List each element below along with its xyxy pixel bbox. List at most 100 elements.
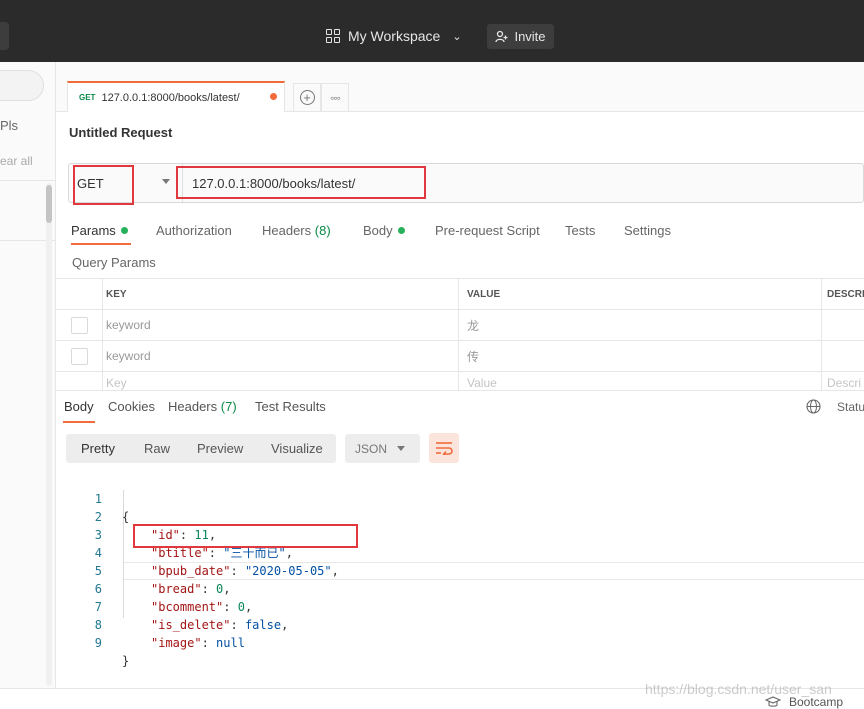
add-user-icon bbox=[495, 30, 508, 43]
table-header-row: KEY VALUE DESCRI bbox=[56, 279, 864, 310]
tab-method-badge: GET bbox=[79, 93, 96, 102]
params-table: KEY VALUE DESCRI keyword 龙 keyword 传 Key… bbox=[56, 278, 864, 390]
request-tab-strip: GET 127.0.0.1:8000/books/latest/ + ◦◦◦ bbox=[56, 62, 864, 112]
row-check-cell bbox=[56, 310, 102, 340]
tab-pre-request-script[interactable]: Pre-request Script bbox=[435, 223, 540, 238]
new-description-input[interactable]: Descri bbox=[821, 372, 864, 390]
sidebar: Pls ear all bbox=[0, 62, 56, 689]
code-line: 1 { bbox=[56, 472, 864, 524]
table-row: keyword 龙 bbox=[56, 310, 864, 341]
invite-label: Invite bbox=[514, 29, 546, 44]
url-input[interactable] bbox=[183, 164, 863, 202]
header-check-cell bbox=[56, 279, 102, 309]
more-icon: ◦◦◦ bbox=[330, 90, 341, 105]
wrap-lines-icon bbox=[436, 442, 453, 455]
code-text: "image": null bbox=[151, 636, 245, 650]
status-label: Status bbox=[837, 400, 864, 414]
method-select[interactable]: GET bbox=[72, 164, 182, 202]
format-raw-button[interactable]: Raw bbox=[144, 434, 170, 463]
param-description[interactable] bbox=[821, 310, 864, 340]
caret-down-icon bbox=[397, 446, 405, 451]
param-value[interactable]: 龙 bbox=[458, 310, 821, 340]
code-line: 7 "is_delete": false, bbox=[56, 580, 864, 632]
tab-tests[interactable]: Tests bbox=[565, 223, 595, 238]
language-select[interactable]: JSON bbox=[345, 434, 420, 463]
new-value-input[interactable]: Value bbox=[458, 372, 821, 390]
caret-down-icon bbox=[162, 179, 170, 184]
wrap-lines-button[interactable] bbox=[429, 433, 459, 463]
row-check-cell bbox=[56, 341, 102, 371]
param-description[interactable] bbox=[821, 341, 864, 371]
sidebar-search-input[interactable] bbox=[0, 70, 44, 101]
tab-authorization[interactable]: Authorization bbox=[156, 223, 232, 238]
tab-headers[interactable]: Headers (8) bbox=[262, 223, 331, 238]
param-value[interactable]: 传 bbox=[458, 341, 821, 371]
workspace-switcher[interactable]: My Workspace ⌄ bbox=[326, 24, 462, 48]
new-tab-button[interactable]: + bbox=[293, 83, 321, 112]
response-tabs: Body Cookies Headers (7) Test Results bbox=[56, 398, 864, 423]
table-row: keyword 传 bbox=[56, 341, 864, 372]
response-tab-headers[interactable]: Headers (7) bbox=[168, 399, 237, 414]
plus-icon: + bbox=[299, 90, 315, 105]
sidebar-scrollbar[interactable] bbox=[46, 183, 52, 686]
code-line: 3 "btitle": "三十而已", bbox=[56, 508, 864, 560]
graduation-cap-icon bbox=[765, 696, 781, 707]
tab-settings[interactable]: Settings bbox=[624, 223, 671, 238]
home-button-stub[interactable] bbox=[0, 22, 9, 50]
tab-label: Pre-request Script bbox=[435, 223, 540, 238]
response-divider[interactable] bbox=[56, 390, 864, 391]
response-tab-body[interactable]: Body bbox=[64, 399, 94, 414]
scrollbar-thumb[interactable] bbox=[46, 185, 52, 223]
row-checkbox[interactable] bbox=[70, 316, 88, 334]
invite-button[interactable]: Invite bbox=[487, 24, 554, 49]
code-line: 4 "bpub_date": "2020-05-05", bbox=[56, 526, 864, 578]
tab-label: Body bbox=[363, 223, 393, 238]
tab-title: 127.0.0.1:8000/books/latest/ bbox=[101, 91, 240, 104]
grid-icon bbox=[326, 29, 340, 43]
chevron-down-icon: ⌄ bbox=[452, 30, 462, 43]
top-bar: My Workspace ⌄ Invite bbox=[0, 0, 864, 62]
row-checkbox[interactable] bbox=[70, 347, 88, 365]
bootcamp-label: Bootcamp bbox=[789, 695, 844, 709]
table-row-new: Key Value Descri bbox=[56, 372, 864, 390]
format-toggle-group: Pretty Raw Preview Visualize bbox=[66, 434, 336, 463]
tab-params[interactable]: Params bbox=[71, 223, 128, 238]
clear-all-link[interactable]: ear all bbox=[0, 154, 33, 168]
tab-label: Settings bbox=[624, 223, 671, 238]
query-params-title: Query Params bbox=[72, 255, 156, 270]
code-line: 6 "bcomment": 0, bbox=[56, 562, 864, 614]
tab-count: (7) bbox=[220, 399, 237, 414]
tab-label: Headers bbox=[168, 399, 218, 414]
bootcamp-button[interactable]: Bootcamp bbox=[765, 695, 843, 709]
line-number: 9 bbox=[94, 636, 102, 650]
new-key-input[interactable]: Key bbox=[102, 372, 458, 390]
request-title[interactable]: Untitled Request bbox=[69, 125, 172, 140]
status-dot bbox=[397, 227, 405, 234]
more-tabs-button[interactable]: ◦◦◦ bbox=[321, 83, 349, 112]
globe-icon[interactable] bbox=[806, 399, 821, 414]
tab-label: Params bbox=[71, 223, 116, 238]
sidebar-item-apis[interactable]: Pls bbox=[0, 118, 18, 133]
request-tab[interactable]: GET 127.0.0.1:8000/books/latest/ bbox=[67, 81, 285, 112]
code-line: 5 "bread": 0, bbox=[56, 544, 864, 596]
param-key[interactable]: keyword bbox=[102, 310, 458, 340]
param-key[interactable]: keyword bbox=[102, 341, 458, 371]
language-label: JSON bbox=[355, 441, 388, 456]
format-pretty-button[interactable]: Pretty bbox=[81, 434, 115, 463]
tab-label: Headers bbox=[262, 223, 312, 238]
format-visualize-button[interactable]: Visualize bbox=[271, 434, 323, 463]
code-text: } bbox=[122, 654, 130, 668]
column-header-key: KEY bbox=[102, 279, 458, 309]
code-line: 2 "id": 11, bbox=[56, 490, 864, 542]
response-tab-test-results[interactable]: Test Results bbox=[255, 399, 326, 414]
sidebar-divider bbox=[0, 180, 56, 181]
response-tab-cookies[interactable]: Cookies bbox=[108, 399, 155, 414]
tab-label: Tests bbox=[565, 223, 596, 238]
unsaved-dot bbox=[270, 93, 277, 100]
format-preview-button[interactable]: Preview bbox=[197, 434, 243, 463]
tab-label: Authorization bbox=[156, 223, 232, 238]
code-line: 8 "image": null bbox=[56, 598, 864, 650]
code-line: 9 } bbox=[56, 616, 864, 668]
tab-body[interactable]: Body bbox=[363, 223, 405, 238]
tab-count: (8) bbox=[314, 223, 331, 238]
